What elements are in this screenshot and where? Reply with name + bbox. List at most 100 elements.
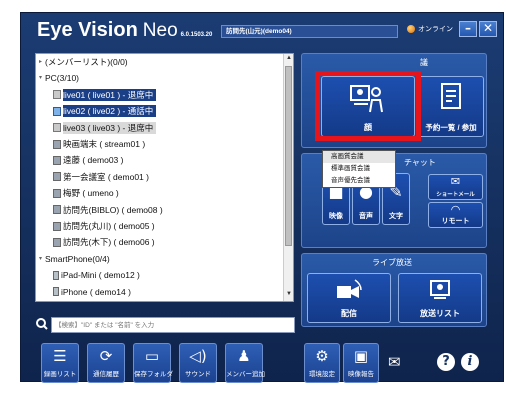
report-label: 映像報告 bbox=[348, 371, 374, 378]
tree-item-label: live01 ( live01 ) - 退席中 bbox=[63, 88, 157, 101]
tree-item[interactable]: 訪問先(木下) ( demo06 ) bbox=[44, 236, 155, 248]
wifi-icon: ◠ bbox=[450, 203, 461, 216]
chat-side-button-label: ショートメール bbox=[436, 192, 475, 198]
tree-item[interactable]: 映画端末 ( stream01 ) bbox=[44, 138, 145, 150]
tree-item[interactable]: 梅野 ( umeno ) bbox=[44, 187, 119, 199]
meeting-quality-dropdown[interactable]: 高画質会議 標準画質会議 音声優先会議 bbox=[322, 150, 396, 188]
scroll-down-icon[interactable]: ▼ bbox=[285, 291, 293, 300]
settings-label: 環境設定 bbox=[309, 371, 335, 378]
tree-item[interactable]: 遠藤 ( demo03 ) bbox=[44, 154, 123, 166]
chat-button-label: 音声 bbox=[359, 213, 373, 220]
tree-item[interactable]: iPad-Mini ( demo12 ) bbox=[44, 269, 140, 281]
dropdown-option[interactable]: 標準画質会議 bbox=[323, 163, 395, 175]
tree-expand-icon[interactable]: ▸ bbox=[36, 56, 45, 68]
tree-scrollbar[interactable]: ▲ ▼ bbox=[283, 54, 293, 301]
smartphone-icon bbox=[53, 270, 59, 280]
toolbar-button[interactable]: ▭ 保存フォルダ bbox=[133, 343, 173, 383]
help-icon[interactable]: ? bbox=[437, 353, 455, 371]
schedule-doc-icon bbox=[441, 83, 461, 109]
tree-item[interactable]: 訪問先(丸川) ( demo05 ) bbox=[44, 220, 155, 232]
toolbar-button-label: メンバー追加 bbox=[226, 371, 265, 378]
mail-icon: ✉ bbox=[450, 175, 461, 188]
scroll-up-icon[interactable]: ▲ bbox=[285, 55, 293, 64]
tree-item[interactable]: ▸ (メンバーリスト)(0/0) bbox=[36, 56, 128, 68]
tree-item[interactable]: 第一会議室 ( demo01 ) bbox=[44, 171, 149, 183]
status-indicator[interactable]: オンライン bbox=[407, 24, 453, 34]
app-root: Eye Vision Neo 6.0.1503.20 訪問先(山元)(demo04)… bbox=[0, 0, 512, 394]
tree-item-label: (メンバーリスト)(0/0) bbox=[45, 57, 128, 67]
pc-terminal-icon bbox=[53, 172, 61, 182]
report-button[interactable]: ▣ 映像報告 bbox=[343, 343, 379, 383]
search-icon[interactable] bbox=[35, 316, 49, 332]
broadcast-button[interactable]: 配信 bbox=[307, 273, 391, 323]
sound-icon: ◁) bbox=[189, 347, 207, 365]
folder-icon: ▭ bbox=[144, 347, 160, 365]
broadcast-icon bbox=[337, 279, 362, 298]
pc-terminal-icon bbox=[53, 90, 61, 100]
close-button[interactable]: ✕ bbox=[479, 21, 497, 37]
tree-item-label: 訪問先(BIBLO) ( demo08 ) bbox=[63, 204, 163, 215]
tree-item[interactable]: ▾ SmartPhone(0/4) bbox=[36, 253, 110, 265]
chat-button-label: 文字 bbox=[389, 213, 403, 220]
smartphone-icon bbox=[53, 287, 59, 297]
toolbar-button[interactable]: ☰ 録画リスト bbox=[41, 343, 79, 383]
current-user-box: 訪問先(山元)(demo04) bbox=[221, 25, 398, 38]
chat-mail-button[interactable]: ✉ ショートメール bbox=[428, 174, 483, 200]
info-icon[interactable]: i bbox=[461, 353, 479, 371]
history-icon: ⟳ bbox=[99, 347, 113, 365]
pc-terminal-icon bbox=[53, 123, 61, 133]
pc-terminal-icon bbox=[53, 205, 61, 215]
help-label: ? bbox=[442, 354, 450, 369]
broadcast-list-label: 放送リスト bbox=[420, 309, 460, 318]
chat-button-label: 映像 bbox=[329, 213, 343, 220]
tree-item[interactable]: live01 ( live01 ) - 退席中 bbox=[44, 88, 157, 101]
mail-icon[interactable]: ✉ bbox=[388, 353, 401, 371]
app-version: 6.0.1503.20 bbox=[180, 32, 213, 38]
status-text: オンライン bbox=[418, 25, 453, 33]
tree-item-label: 映画端末 ( stream01 ) bbox=[63, 139, 146, 149]
pc-terminal-icon bbox=[53, 139, 61, 149]
tree-item-label: PC(3/10) bbox=[45, 73, 80, 84]
pc-terminal-icon bbox=[53, 155, 61, 165]
add-member-icon: ♟ bbox=[237, 347, 251, 365]
member-tree[interactable]: ▸ (メンバーリスト)(0/0) ▾ PC(3/10) live01 ( live01 … bbox=[35, 53, 294, 302]
toolbar-button[interactable]: ⟳ 通信履歴 bbox=[87, 343, 125, 383]
tree-item-label: 訪問先(丸川) ( demo05 ) bbox=[63, 221, 155, 231]
tree-item[interactable]: 訪問先(BIBLO) ( demo08 ) bbox=[44, 204, 163, 216]
tree-expand-icon[interactable]: ▾ bbox=[36, 72, 45, 84]
schedule-button[interactable]: 予約一覧 / 参加 bbox=[418, 76, 484, 137]
chat-side-button-label: リモート bbox=[441, 218, 470, 225]
settings-button[interactable]: ⚙ 環境設定 bbox=[304, 343, 340, 383]
dropdown-option[interactable]: 音声優先会議 bbox=[323, 175, 395, 187]
highlight-box bbox=[315, 71, 421, 141]
chat-panel-title: チャット bbox=[404, 158, 436, 167]
schedule-label: 予約一覧 / 参加 bbox=[425, 123, 477, 132]
broadcast-list-button[interactable]: 放送リスト bbox=[398, 273, 482, 323]
pc-terminal-icon bbox=[53, 237, 61, 247]
tree-item[interactable]: live02 ( live02 ) - 通話中 bbox=[44, 105, 157, 118]
app-title: Eye Vision Neo 6.0.1503.20 bbox=[37, 19, 212, 42]
tree-item-label: 遠藤 ( demo03 ) bbox=[63, 155, 124, 166]
minimize-button[interactable]: – bbox=[459, 21, 477, 37]
toolbar-button-label: 保存フォルダ bbox=[134, 371, 173, 378]
tree-item-label: 梅野 ( umeno ) bbox=[63, 188, 119, 199]
tree-item-label: live02 ( live02 ) - 通話中 bbox=[63, 105, 157, 118]
tree-expand-icon[interactable]: ▾ bbox=[36, 253, 45, 265]
scroll-thumb[interactable] bbox=[285, 66, 292, 246]
tree-item-label: iPhone ( demo14 ) bbox=[61, 286, 131, 297]
broadcast-list-icon bbox=[430, 280, 450, 299]
tree-item[interactable]: live03 ( live03 ) - 退席中 bbox=[44, 121, 157, 134]
status-dot-icon bbox=[407, 25, 415, 33]
pc-terminal-icon bbox=[53, 221, 61, 231]
toolbar-button-label: 通信履歴 bbox=[93, 371, 119, 378]
search-input[interactable] bbox=[51, 317, 295, 333]
pc-terminal-icon bbox=[53, 188, 61, 198]
tree-item[interactable]: iPhone ( demo14 ) bbox=[44, 286, 131, 298]
toolbar-button[interactable]: ◁) サウンド bbox=[179, 343, 217, 383]
chat-wifi-button[interactable]: ◠ リモート bbox=[428, 202, 483, 228]
toolbar-button-label: 録画リスト bbox=[43, 371, 77, 378]
toolbar-button[interactable]: ♟ メンバー追加 bbox=[225, 343, 265, 383]
dropdown-option[interactable]: 高画質会議 bbox=[323, 151, 395, 163]
tree-item[interactable]: ▾ PC(3/10) bbox=[36, 72, 79, 84]
toolbar-button-label: サウンド bbox=[185, 371, 211, 378]
